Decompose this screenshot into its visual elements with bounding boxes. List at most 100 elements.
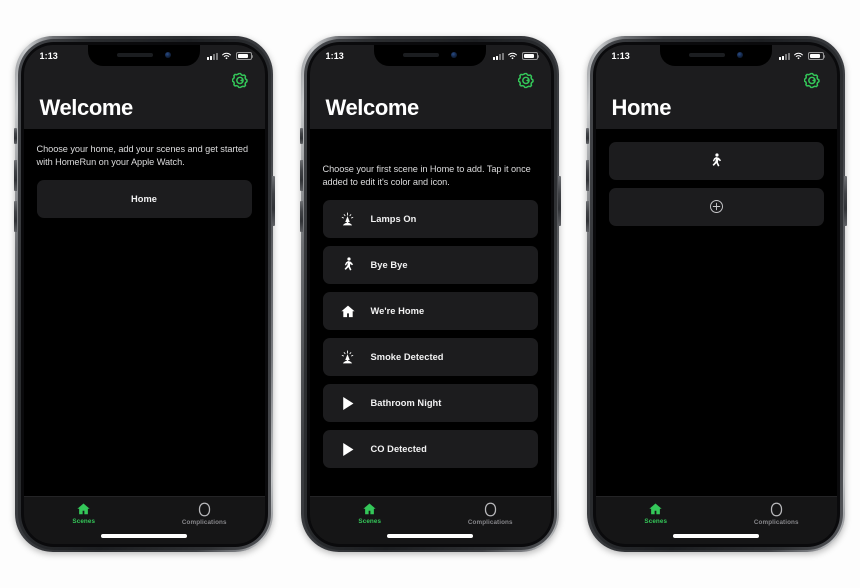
phone-mockup-3: 1:13 Home Scenes Complications <box>585 36 847 552</box>
status-bar-indicators <box>492 52 539 60</box>
front-camera-icon <box>737 52 743 58</box>
nav-bar-actions-1 <box>40 66 249 96</box>
volume-up-button[interactable] <box>299 160 303 191</box>
wifi-icon <box>222 52 231 60</box>
tab-complications[interactable]: Complications <box>716 502 837 526</box>
nav-bar-actions-3 <box>612 66 821 96</box>
screen-content-1: Choose your home, add your scenes and ge… <box>23 128 265 496</box>
home-icon <box>77 502 90 514</box>
status-bar-time: 1:13 <box>39 51 58 61</box>
cellular-signal-icon <box>206 52 218 60</box>
scene-row-walking[interactable] <box>608 141 824 180</box>
tab-scenes-label: Scenes <box>644 517 668 525</box>
page-title-1: Welcome <box>39 94 134 120</box>
scene-row-label: We're Home <box>370 306 425 317</box>
volume-down-button[interactable] <box>585 201 589 232</box>
tab-scenes[interactable]: Scenes <box>310 502 431 525</box>
house-icon <box>337 304 359 319</box>
status-bar-indicators <box>778 52 825 60</box>
battery-icon <box>807 52 825 60</box>
phone-mockup-1: 1:13 Welcome Choose your home, add your … <box>13 36 275 552</box>
notch <box>660 44 772 66</box>
scene-row-label: Bye Bye <box>370 260 408 271</box>
volume-up-button[interactable] <box>585 160 589 191</box>
nav-bar-3: Home <box>595 65 837 129</box>
home-indicator[interactable] <box>387 534 473 538</box>
play-triangle-icon <box>337 396 359 411</box>
scene-row-label: Home <box>130 194 158 205</box>
phone-screen-2: 1:13 Welcome Choose your first scene in … <box>309 44 551 544</box>
power-button[interactable] <box>271 176 275 226</box>
page-title-2: Welcome <box>325 94 420 120</box>
complication-ring-icon <box>484 502 496 516</box>
play-triangle-icon <box>337 442 359 457</box>
tab-complications-label: Complications <box>181 518 227 526</box>
silent-switch[interactable] <box>300 128 303 144</box>
intro-text-2: Choose your first scene in Home to add. … <box>322 163 531 188</box>
tab-complications[interactable]: Complications <box>430 502 551 526</box>
scene-row-label: Bathroom Night <box>370 398 442 409</box>
complication-ring-icon <box>770 502 782 516</box>
battery-icon <box>521 52 539 60</box>
gear-icon[interactable] <box>803 72 821 89</box>
gear-icon[interactable] <box>517 72 535 89</box>
phone-mockup-2: 1:13 Welcome Choose your first scene in … <box>299 36 561 552</box>
wifi-icon <box>508 52 517 60</box>
tab-scenes[interactable]: Scenes <box>596 502 717 525</box>
cellular-signal-icon <box>492 52 504 60</box>
screen-content-3 <box>595 128 837 496</box>
scene-row-were-home[interactable]: We're Home <box>322 292 538 331</box>
scene-row-bye-bye[interactable]: Bye Bye <box>322 246 538 285</box>
scene-row-label: Lamps On <box>370 214 417 225</box>
silent-switch[interactable] <box>14 128 17 144</box>
scene-row-co-detected[interactable]: CO Detected <box>322 430 538 469</box>
scene-row-home[interactable]: Home <box>36 180 252 219</box>
battery-icon <box>235 52 253 60</box>
home-icon <box>649 502 662 514</box>
volume-down-button[interactable] <box>13 201 17 232</box>
gear-icon[interactable] <box>231 72 249 89</box>
phone-mockup-stage: 1:13 Welcome Choose your home, add your … <box>0 0 860 588</box>
notch <box>88 44 200 66</box>
intro-text-1: Choose your home, add your scenes and ge… <box>36 143 249 168</box>
page-title-3: Home <box>611 94 672 120</box>
silent-switch[interactable] <box>586 128 589 144</box>
lamp-icon <box>337 350 359 365</box>
earpiece-speaker-icon <box>403 53 439 57</box>
walking-person-icon <box>337 257 359 273</box>
phone-screen-3: 1:13 Home Scenes Complications <box>595 44 837 544</box>
scene-row-smoke-detected[interactable]: Smoke Detected <box>322 338 538 377</box>
walking-person-icon <box>705 153 727 169</box>
status-bar-time: 1:13 <box>611 51 630 61</box>
tab-complications[interactable]: Complications <box>144 502 265 526</box>
volume-up-button[interactable] <box>13 160 17 191</box>
lamp-icon <box>337 212 359 227</box>
scene-row-label: CO Detected <box>370 444 427 455</box>
complication-ring-icon <box>198 502 210 516</box>
home-indicator[interactable] <box>101 534 187 538</box>
earpiece-speaker-icon <box>117 53 153 57</box>
power-button[interactable] <box>557 176 561 226</box>
home-icon <box>363 502 376 514</box>
tab-scenes-label: Scenes <box>358 517 382 525</box>
volume-down-button[interactable] <box>299 201 303 232</box>
status-bar-indicators <box>206 52 253 60</box>
scene-row-label: Smoke Detected <box>370 352 444 363</box>
power-button[interactable] <box>843 176 847 226</box>
cellular-signal-icon <box>778 52 790 60</box>
scene-row-bathroom-night[interactable]: Bathroom Night <box>322 384 538 423</box>
home-indicator[interactable] <box>673 534 759 538</box>
wifi-icon <box>794 52 803 60</box>
tab-scenes[interactable]: Scenes <box>24 502 145 525</box>
screen-content-2: Choose your first scene in Home to add. … <box>309 128 551 496</box>
tab-complications-label: Complications <box>467 518 513 526</box>
scene-row-lamps-on[interactable]: Lamps On <box>322 200 538 239</box>
nav-bar-actions-2 <box>326 66 535 96</box>
front-camera-icon <box>165 52 171 58</box>
notch <box>374 44 486 66</box>
tab-complications-label: Complications <box>753 518 799 526</box>
add-scene-row[interactable] <box>608 187 824 226</box>
content-top-spacer <box>609 129 824 142</box>
plus-circle-icon <box>705 199 727 214</box>
earpiece-speaker-icon <box>689 53 725 57</box>
